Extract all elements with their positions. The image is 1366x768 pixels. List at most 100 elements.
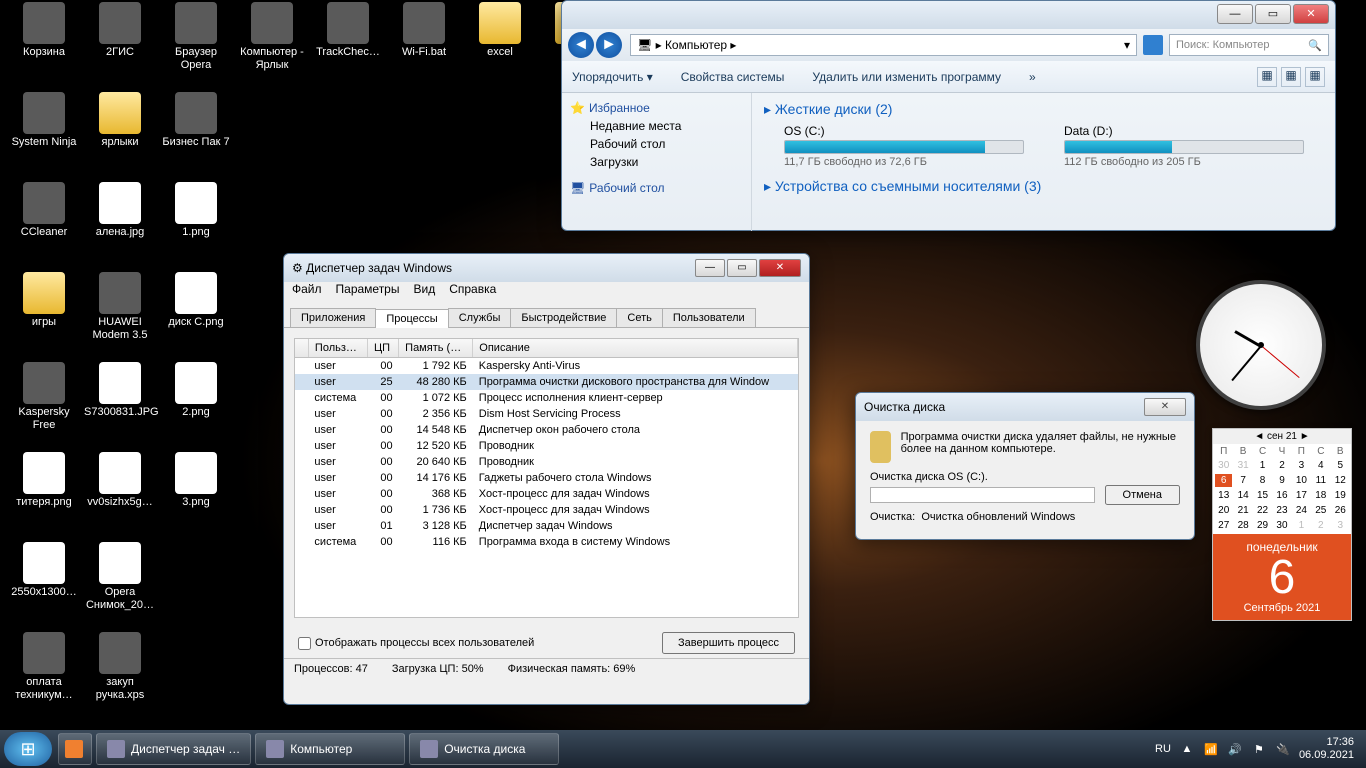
desktop-icon[interactable]: excel: [464, 2, 536, 59]
language-indicator[interactable]: RU: [1155, 743, 1171, 755]
network-icon[interactable]: 📶: [1203, 741, 1219, 757]
minimize-button[interactable]: —: [695, 259, 725, 277]
removable-section[interactable]: ▸ Устройства со съемными носителями (3): [764, 178, 1323, 195]
column-header[interactable]: Память (…: [399, 339, 473, 358]
toolbar-item[interactable]: Свойства системы: [681, 70, 785, 84]
desktop-icon[interactable]: HUAWEI Modem 3.5: [84, 272, 156, 342]
desktop-icon[interactable]: S7300831.JPG: [84, 362, 156, 419]
address-bar[interactable]: 🖥 ▸ Компьютер ▸ ▾: [630, 34, 1137, 56]
pinned-mediaplayer[interactable]: [58, 733, 92, 765]
action-center-icon[interactable]: ⚑: [1251, 741, 1267, 757]
desktop-icon[interactable]: ярлыки: [84, 92, 156, 149]
tab[interactable]: Процессы: [375, 309, 448, 328]
view-list-icon[interactable]: ▦: [1281, 67, 1301, 87]
taskbar-item[interactable]: Компьютер: [255, 733, 405, 765]
clock[interactable]: 17:3606.09.2021: [1299, 736, 1354, 762]
menu-item[interactable]: Справка: [449, 282, 496, 302]
forward-button[interactable]: ►: [596, 32, 622, 58]
table-row[interactable]: user013 128 КБДиспетчер задач Windows: [295, 518, 798, 534]
tray-up-icon[interactable]: ▲: [1179, 741, 1195, 757]
table-row[interactable]: user001 736 КБХост-процесс для задач Win…: [295, 502, 798, 518]
desktop-icon[interactable]: TrackChec…: [312, 2, 384, 59]
table-row[interactable]: user002 356 КБDism Host Servicing Proces…: [295, 406, 798, 422]
view-tiles-icon[interactable]: ▦: [1257, 67, 1277, 87]
toolbar-item[interactable]: »: [1029, 70, 1036, 84]
desktop-icon[interactable]: CCleaner: [8, 182, 80, 239]
column-header[interactable]: Польз…: [308, 339, 367, 358]
help-icon[interactable]: ▦: [1305, 67, 1325, 87]
show-all-checkbox[interactable]: [298, 637, 311, 650]
close-button[interactable]: ✕: [1293, 4, 1329, 24]
calendar-monthyear: Сентябрь 2021: [1213, 602, 1351, 614]
tab[interactable]: Службы: [448, 308, 512, 327]
sidebar-item[interactable]: Рабочий стол: [566, 135, 747, 153]
desktop-icon[interactable]: Бизнес Пак 7: [160, 92, 232, 149]
toolbar-item[interactable]: Упорядочить ▾: [572, 70, 653, 84]
search-icon: 🔍: [1308, 39, 1322, 52]
sidebar-item[interactable]: Недавние места: [566, 117, 747, 135]
table-row[interactable]: user0012 520 КБПроводник: [295, 438, 798, 454]
table-row[interactable]: система001 072 КБПроцесс исполнения клие…: [295, 390, 798, 406]
column-header[interactable]: [295, 339, 308, 358]
table-row[interactable]: user2548 280 КБПрограмма очистки дисково…: [295, 374, 798, 390]
sidebar-item[interactable]: Загрузки: [566, 153, 747, 171]
toolbar-item[interactable]: Удалить или изменить программу: [812, 70, 1001, 84]
cancel-button[interactable]: Отмена: [1105, 485, 1180, 505]
desktop-icon[interactable]: Компьютер - Ярлык: [236, 2, 308, 72]
drive[interactable]: Data (D:)112 ГБ свободно из 205 ГБ: [1064, 124, 1304, 168]
window-title: Диспетчер задач Windows: [306, 261, 693, 275]
desktop-icon[interactable]: Wi-Fi.bat: [388, 2, 460, 59]
desktop-icon[interactable]: алена.jpg: [84, 182, 156, 239]
desktop-icon[interactable]: Корзина: [8, 2, 80, 59]
desktop-icon[interactable]: vv0sizhx5g…: [84, 452, 156, 509]
desktop-icon[interactable]: диск C.png: [160, 272, 232, 329]
power-icon[interactable]: 🔌: [1275, 741, 1291, 757]
tab[interactable]: Сеть: [616, 308, 662, 327]
desktop-icon[interactable]: Opera Снимок_20…: [84, 542, 156, 612]
back-button[interactable]: ◄: [568, 32, 594, 58]
desktop-icon[interactable]: System Ninja: [8, 92, 80, 149]
desktop-icon[interactable]: Kaspersky Free: [8, 362, 80, 432]
desktop-icon[interactable]: оплата техникум…: [8, 632, 80, 702]
star-icon: ⭐: [570, 101, 585, 115]
table-row[interactable]: user0020 640 КБПроводник: [295, 454, 798, 470]
table-row[interactable]: user00368 КБХост-процесс для задач Windo…: [295, 486, 798, 502]
refresh-button[interactable]: [1143, 35, 1163, 55]
close-button[interactable]: ✕: [1144, 398, 1186, 416]
desktop-icon[interactable]: игры: [8, 272, 80, 329]
menu-item[interactable]: Параметры: [336, 282, 400, 302]
desktop-icon[interactable]: 2ГИС: [84, 2, 156, 59]
favorites-header[interactable]: ⭐Избранное: [566, 99, 747, 117]
start-button[interactable]: ⊞: [4, 732, 52, 766]
maximize-button[interactable]: ▭: [727, 259, 757, 277]
desktop-icon[interactable]: 1.png: [160, 182, 232, 239]
tab[interactable]: Быстродействие: [510, 308, 617, 327]
desktop-icon[interactable]: 2550x1300…: [8, 542, 80, 599]
table-row[interactable]: user0014 548 КБДиспетчер окон рабочего с…: [295, 422, 798, 438]
volume-icon[interactable]: 🔊: [1227, 741, 1243, 757]
drive[interactable]: OS (C:)11,7 ГБ свободно из 72,6 ГБ: [784, 124, 1024, 168]
desktop-icon[interactable]: 3.png: [160, 452, 232, 509]
table-row[interactable]: система00116 КБПрограмма входа в систему…: [295, 534, 798, 550]
table-row[interactable]: user001 792 КБKaspersky Anti-Virus: [295, 358, 798, 375]
hdd-section[interactable]: ▸ Жесткие диски (2): [764, 101, 1323, 118]
search-input[interactable]: Поиск: Компьютер 🔍: [1169, 34, 1329, 56]
desktop-icon[interactable]: закуп ручка.xps: [84, 632, 156, 702]
close-button[interactable]: ✕: [759, 259, 801, 277]
column-header[interactable]: Описание: [473, 339, 798, 358]
taskbar-item[interactable]: Очистка диска: [409, 733, 559, 765]
maximize-button[interactable]: ▭: [1255, 4, 1291, 24]
desktop-icon[interactable]: Браузер Opera: [160, 2, 232, 72]
menu-item[interactable]: Файл: [292, 282, 322, 302]
end-process-button[interactable]: Завершить процесс: [662, 632, 795, 654]
tab[interactable]: Приложения: [290, 308, 376, 327]
table-row[interactable]: user0014 176 КБГаджеты рабочего стола Wi…: [295, 470, 798, 486]
column-header[interactable]: ЦП: [367, 339, 398, 358]
taskbar-item[interactable]: Диспетчер задач …: [96, 733, 251, 765]
minimize-button[interactable]: —: [1217, 4, 1253, 24]
desktop-header[interactable]: 🖥Рабочий стол: [566, 179, 747, 197]
desktop-icon[interactable]: 2.png: [160, 362, 232, 419]
tab[interactable]: Пользователи: [662, 308, 756, 327]
desktop-icon[interactable]: титеря.png: [8, 452, 80, 509]
menu-item[interactable]: Вид: [413, 282, 435, 302]
